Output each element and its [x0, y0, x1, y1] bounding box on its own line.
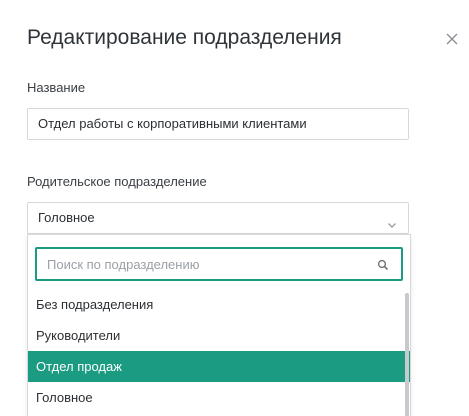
option-no-department[interactable]: Без подразделения — [28, 289, 410, 320]
parent-select-value: Головное — [38, 210, 95, 225]
option-head-office[interactable]: Головное — [28, 382, 410, 413]
name-label: Название — [27, 80, 86, 95]
close-icon[interactable] — [440, 27, 464, 51]
dropdown-scrollbar[interactable] — [405, 293, 409, 416]
parent-select[interactable]: Головное — [27, 202, 409, 234]
chevron-down-icon — [386, 212, 398, 228]
search-icon[interactable] — [377, 258, 389, 271]
parent-label: Родительское подразделение — [27, 174, 207, 189]
parent-dropdown: Без подразделения Руководители Отдел про… — [27, 234, 411, 416]
option-sales-department[interactable]: Отдел продаж — [28, 351, 410, 382]
option-managers[interactable]: Руководители — [28, 320, 410, 351]
search-input[interactable] — [37, 249, 387, 279]
search-box — [35, 247, 403, 281]
name-input[interactable]: Отдел работы с корпоративными клиентами — [27, 108, 409, 140]
dialog-title: Редактирование подразделения — [27, 26, 342, 49]
